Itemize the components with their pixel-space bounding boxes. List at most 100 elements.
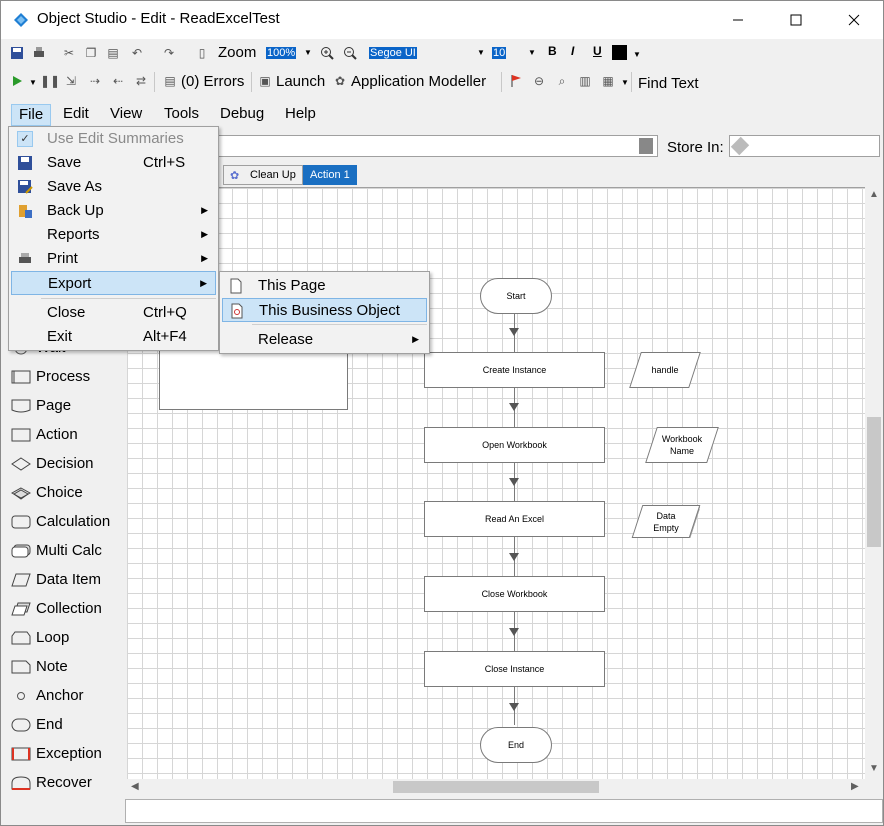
palette-loop[interactable]: Loop [9, 627, 125, 649]
menu-close[interactable]: Close Ctrl+Q [11, 301, 216, 325]
menu-help[interactable]: Help [278, 104, 323, 126]
palette-collection[interactable]: Collection [9, 598, 125, 620]
close-instance-stage[interactable]: Close Instance [424, 651, 605, 687]
scroll-thumb[interactable] [867, 417, 881, 547]
menu-save[interactable]: Save Ctrl+S [11, 151, 216, 175]
palette-data-item[interactable]: Data Item [9, 569, 125, 591]
close-workbook-stage[interactable]: Close Workbook [424, 576, 605, 612]
menu-back-up[interactable]: Back Up ▶ [11, 199, 216, 223]
object-studio-icon [14, 13, 28, 27]
font-size-select[interactable]: 10 ▼ [492, 44, 537, 62]
palette-exception[interactable]: Exception [9, 743, 125, 765]
reset-icon[interactable]: ⇄ [133, 73, 149, 89]
horizontal-scrollbar[interactable]: ◀ ▶ [127, 779, 865, 795]
menu-use-edit-summaries[interactable]: ✓ Use Edit Summaries [11, 127, 216, 151]
store-in-field[interactable] [729, 135, 880, 157]
minimize-button[interactable] [709, 1, 767, 39]
scroll-down-icon[interactable]: ▼ [869, 763, 879, 774]
grid-icon[interactable]: ▦ [600, 73, 616, 89]
check-icon: ✓ [17, 131, 33, 147]
menu-export[interactable]: Export ▶ [11, 271, 216, 295]
step-over-icon[interactable]: ⇢ [87, 73, 103, 89]
collection-data-empty[interactable]: Data Empty [631, 505, 701, 538]
paste-icon[interactable]: ▤ [105, 45, 121, 61]
data-item-handle[interactable]: handle [629, 352, 701, 388]
step-icon[interactable]: ⇲ [63, 73, 79, 89]
cut-icon[interactable]: ✂ [61, 45, 77, 61]
scroll-up-icon[interactable]: ▲ [869, 189, 879, 200]
create-instance-stage[interactable]: Create Instance [424, 352, 605, 388]
page-icon [230, 278, 242, 294]
start-stage[interactable]: Start [480, 278, 552, 314]
palette-multi-calc[interactable]: Multi Calc [9, 540, 125, 562]
scroll-right-icon[interactable]: ▶ [851, 781, 859, 792]
palette-process[interactable]: Process [9, 366, 125, 388]
bold-button[interactable]: B [548, 44, 557, 58]
menu-this-business-object[interactable]: This Business Object [222, 298, 427, 322]
palette-page[interactable]: Page [9, 395, 125, 417]
run-icon[interactable] [9, 73, 25, 89]
panel-icon[interactable]: ▥ [577, 73, 593, 89]
undo-icon[interactable]: ↶ [129, 45, 145, 61]
palette-action[interactable]: Action [9, 424, 125, 446]
data-item-workbook-name[interactable]: Workbook Name [645, 427, 719, 463]
launch-button[interactable]: Launch [276, 73, 325, 90]
close-button[interactable] [825, 1, 883, 39]
save-icon[interactable] [9, 45, 25, 61]
menu-save-as[interactable]: Save As [11, 175, 216, 199]
underline-button[interactable]: U [593, 44, 602, 58]
menu-reports[interactable]: Reports ▶ [11, 223, 216, 247]
vertical-scrollbar[interactable]: ▲ ▼ [865, 187, 883, 779]
maximize-button[interactable] [767, 1, 825, 39]
zoom-in-icon[interactable] [319, 45, 335, 61]
menu-debug[interactable]: Debug [213, 104, 271, 126]
menu-view[interactable]: View [103, 104, 149, 126]
errors-icon[interactable]: ▤ [162, 73, 178, 89]
palette-choice[interactable]: Choice [9, 482, 125, 504]
submenu-arrow-icon: ▶ [200, 278, 207, 288]
step-out-icon[interactable]: ⇠ [110, 73, 126, 89]
name-field[interactable] [211, 135, 658, 157]
font-color-picker[interactable] [612, 45, 627, 60]
launch-icon[interactable]: ▣ [257, 73, 273, 89]
menu-edit[interactable]: Edit [56, 104, 96, 126]
menu-file[interactable]: File [11, 104, 52, 126]
app-modeller-button[interactable]: Application Modeller [351, 73, 486, 90]
tab-action-1[interactable]: Action 1 [303, 165, 357, 185]
menu-print[interactable]: Print ▶ [11, 247, 216, 271]
italic-button[interactable]: I [571, 44, 574, 58]
print-icon[interactable] [31, 45, 47, 61]
zoom-select[interactable]: 100% ▼ [266, 44, 316, 62]
chevron-down-icon: ▼ [621, 78, 629, 87]
font-select[interactable]: Segoe UI ▼ [369, 44, 487, 62]
link-icon[interactable]: ⊖ [531, 73, 547, 89]
palette-recover[interactable]: Recover [9, 772, 125, 794]
open-workbook-stage[interactable]: Open Workbook [424, 427, 605, 463]
flag-icon[interactable] [508, 73, 524, 89]
palette-decision[interactable]: Decision [9, 453, 125, 475]
palette-anchor[interactable]: Anchor [9, 685, 125, 707]
zoom-out-icon[interactable] [342, 45, 358, 61]
search-data-icon[interactable]: ⌕ [554, 73, 570, 89]
menu-release[interactable]: Release ▶ [222, 328, 427, 352]
scroll-left-icon[interactable]: ◀ [131, 781, 139, 792]
menu-tools[interactable]: Tools [157, 104, 206, 126]
zoom-page-icon[interactable]: ▯ [194, 45, 210, 61]
read-excel-stage[interactable]: Read An Excel [424, 501, 605, 537]
palette-end[interactable]: End [9, 714, 125, 736]
scroll-thumb[interactable] [393, 781, 599, 793]
palette-note[interactable]: Note [9, 656, 125, 678]
palette-calculation[interactable]: Calculation [9, 511, 125, 533]
errors-button[interactable]: (0) Errors [181, 73, 244, 90]
pause-icon[interactable]: ❚❚ [40, 73, 60, 89]
end-stage[interactable]: End [480, 727, 552, 763]
menu-exit[interactable]: Exit Alt+F4 [11, 325, 216, 349]
calculator-icon[interactable] [639, 138, 653, 154]
app-modeller-icon[interactable]: ✿ [332, 73, 348, 89]
redo-icon[interactable]: ↷ [161, 45, 177, 61]
menu-this-page[interactable]: This Page [222, 274, 427, 298]
tab-clean-up[interactable]: ✿ Clean Up [223, 165, 303, 185]
menu-item-label: Print [47, 250, 78, 267]
copy-icon[interactable]: ❐ [83, 45, 99, 61]
find-text-label[interactable]: Find Text [638, 75, 699, 92]
